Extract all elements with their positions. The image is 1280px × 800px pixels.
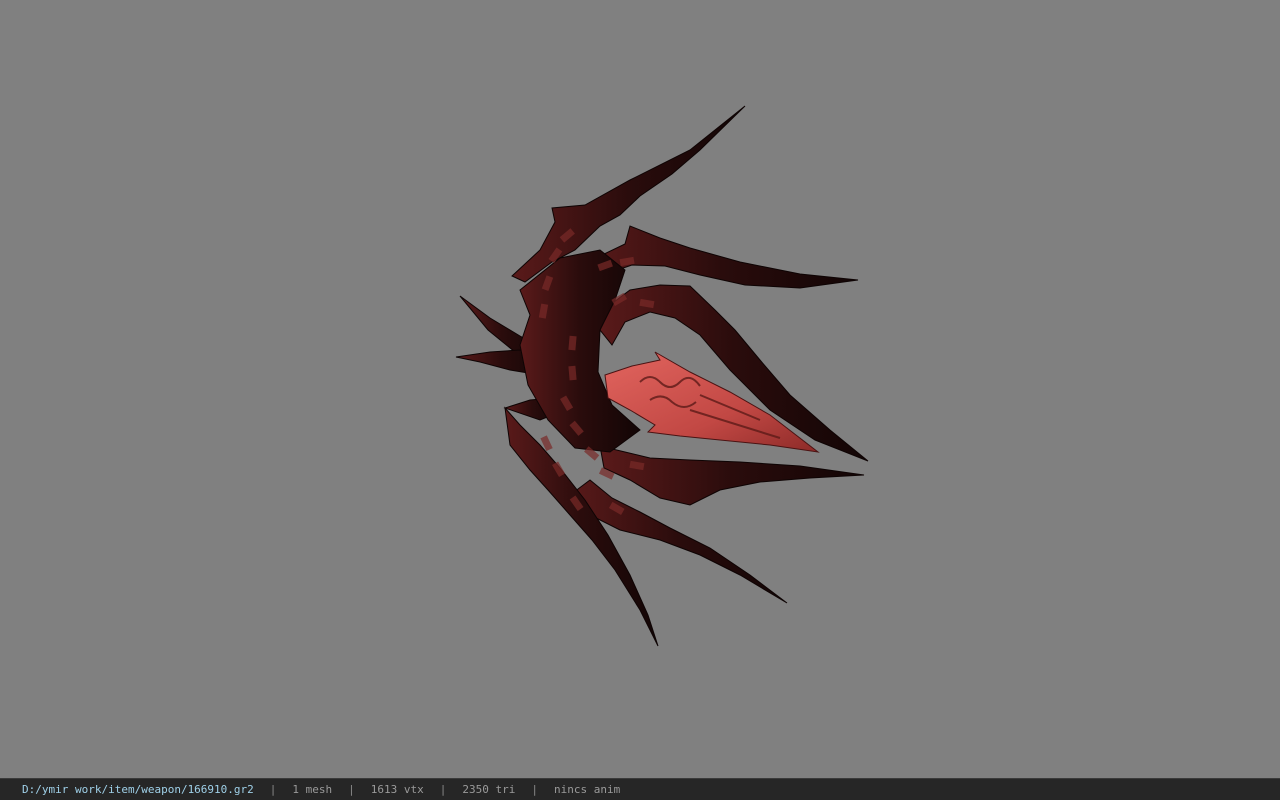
animation-status: nincs anim	[554, 783, 621, 796]
status-separator: |	[269, 783, 277, 796]
file-path: D:/ymir work/item/weapon/166910.gr2	[22, 783, 254, 796]
claw-hub	[519, 249, 641, 453]
3d-viewport[interactable]	[0, 0, 1280, 778]
weapon-model	[455, 105, 869, 647]
claw-lower-right	[599, 445, 865, 506]
status-separator: |	[348, 783, 355, 796]
vertex-count: 1613 vtx	[370, 783, 424, 796]
status-separator: |	[439, 783, 447, 796]
model-viewer-window: D:/ymir work/item/weapon/166910.gr2 | 1 …	[0, 0, 1280, 800]
status-bar: D:/ymir work/item/weapon/166910.gr2 | 1 …	[0, 778, 1280, 800]
mesh-count: 1 mesh	[292, 783, 333, 796]
claw-upper-right	[584, 225, 859, 289]
triangle-count: 2350 tri	[462, 783, 516, 796]
status-separator: |	[531, 783, 539, 796]
